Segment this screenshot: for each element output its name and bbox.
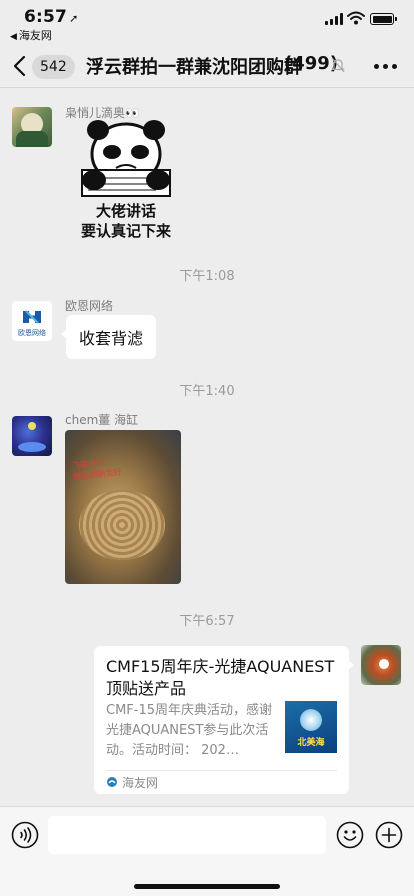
chat-title: 浮云群拍一群兼沈阳团购群 <box>86 57 302 78</box>
sticker-caption-line2: 要认真记下来 <box>80 222 171 240</box>
link-card[interactable]: CMF15周年庆-光捷AQUANEST顶贴送产品 CMF-15周年庆典活动，感谢… <box>94 646 354 794</box>
source-logo-icon <box>107 777 117 787</box>
avatar-label: 欧恩网络 <box>18 329 46 337</box>
sticker-caption-line1: 大佬讲话 <box>95 202 156 220</box>
back-triangle-icon: ◀ <box>10 32 17 42</box>
message-timestamp: 下午6:57 <box>179 614 235 629</box>
message-timestamp: 下午1:08 <box>179 269 235 284</box>
back-chevron-icon[interactable] <box>12 55 28 77</box>
text-message-bubble[interactable]: 收套背滤 <box>60 315 157 359</box>
avatar[interactable] <box>12 416 52 456</box>
avatar[interactable] <box>12 107 52 147</box>
message-input-bar <box>0 806 414 896</box>
coral-photo[interactable]: 飞碟珊瑚 颜色翻新完好 <box>65 430 181 584</box>
back-to-app-link[interactable]: ◀ 海友网 <box>10 27 52 43</box>
panda-meme-icon <box>81 120 171 197</box>
battery-icon <box>370 13 397 25</box>
emoji-icon[interactable] <box>336 821 364 849</box>
sender-name: chem薑 海缸 <box>65 413 139 427</box>
meme-sticker[interactable]: 大佬讲话 要认真记下来 <box>66 118 186 243</box>
wifi-icon <box>347 11 365 25</box>
more-options-button[interactable] <box>374 64 398 70</box>
message-text-field[interactable] <box>48 816 326 854</box>
location-arrow-icon: ➚ <box>69 12 79 25</box>
card-divider <box>106 770 337 771</box>
card-title: CMF15周年庆-光捷AQUANEST顶贴送产品 <box>106 657 335 698</box>
photo-overlay-text: 飞碟珊瑚 颜色翻新完好 <box>72 458 122 482</box>
card-thumbnail: 北美海 <box>285 701 337 753</box>
card-description: CMF-15周年庆典活动，感谢光捷AQUANEST参与此次活动。活动时间： 20… <box>106 703 273 758</box>
chat-nav-bar: 542 浮云群拍一群兼沈阳团购群 (499) <box>0 44 414 88</box>
plus-icon[interactable] <box>375 821 403 849</box>
card-source-name: 海友网 <box>122 776 159 790</box>
avatar[interactable]: 欧恩网络 <box>12 301 52 341</box>
cellular-signal-icon <box>325 13 343 25</box>
member-count: (499) <box>284 53 339 74</box>
home-indicator <box>134 884 280 889</box>
message-timestamp: 下午1:40 <box>179 384 235 399</box>
status-time: 6:57 ➚ <box>24 7 79 27</box>
mute-bell-icon <box>331 57 345 73</box>
sender-name: 欧恩网络 <box>65 299 114 313</box>
avatar[interactable] <box>361 645 401 685</box>
status-bar: 6:57 ➚ ◀ 海友网 <box>0 0 414 44</box>
unread-count-badge[interactable]: 542 <box>32 55 75 79</box>
voice-input-icon[interactable] <box>11 821 39 849</box>
